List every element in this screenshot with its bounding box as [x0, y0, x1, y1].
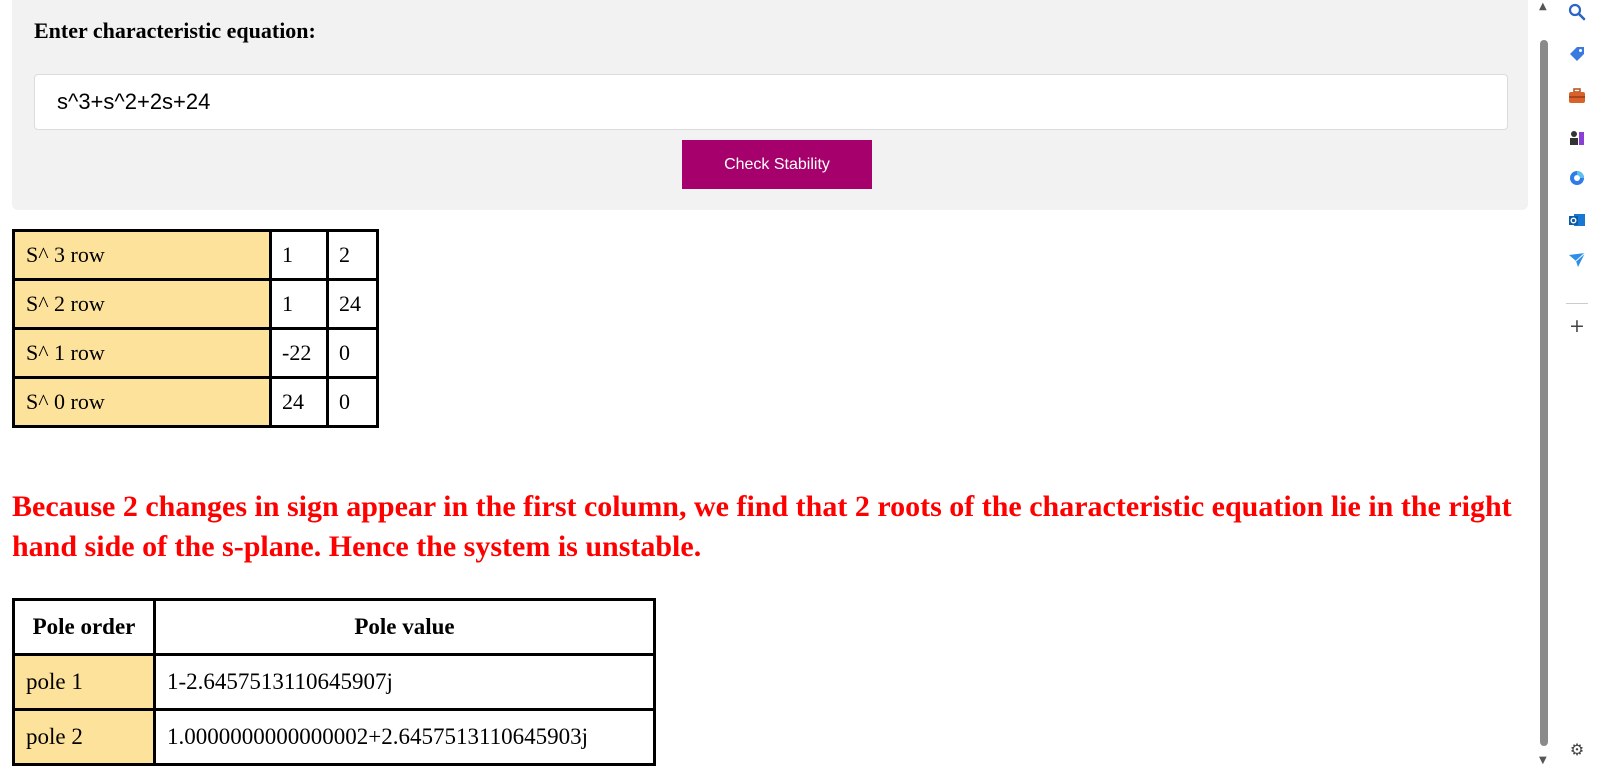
table-row: S^ 3 row 1 2: [12, 229, 379, 281]
routh-cell: 1: [269, 278, 329, 330]
send-icon[interactable]: [1567, 250, 1587, 270]
stability-result-message: Because 2 changes in sign appear in the …: [12, 490, 1512, 563]
table-header-row: Pole order Pole value: [12, 598, 656, 656]
pole-value-cell: 1.0000000000000002+2.6457513110645903j: [153, 708, 656, 766]
pole-value-cell: 1-2.6457513110645907j: [153, 653, 656, 711]
equation-label: Enter characteristic equation:: [34, 18, 316, 43]
pole-value-header: Pole value: [153, 598, 656, 656]
browser-sidebar: + ⚙: [1552, 0, 1599, 770]
sidebar-divider: [1566, 303, 1588, 304]
plus-icon[interactable]: +: [1567, 316, 1587, 336]
pole-order-header: Pole order: [12, 598, 156, 656]
routh-cell: 24: [326, 278, 379, 330]
table-row: S^ 1 row -22 0: [12, 327, 379, 379]
pole-order-cell: pole 1: [12, 653, 156, 711]
routh-cell: 1: [269, 229, 329, 281]
table-row: S^ 0 row 24 0: [12, 376, 379, 428]
tag-icon[interactable]: [1567, 44, 1587, 64]
routh-cell: -22: [269, 327, 329, 379]
scroll-up-icon[interactable]: ▲: [1539, 2, 1547, 12]
routh-row-label: S^ 3 row: [12, 229, 272, 281]
briefcase-icon[interactable]: [1567, 86, 1587, 106]
routh-row-label: S^ 1 row: [12, 327, 272, 379]
check-stability-button[interactable]: Check Stability: [682, 140, 872, 189]
page-scrollbar[interactable]: ▲ ▼: [1536, 0, 1552, 770]
copilot-icon[interactable]: [1567, 168, 1587, 188]
table-row: S^ 2 row 1 24: [12, 278, 379, 330]
routh-cell: 24: [269, 376, 329, 428]
routh-cell: 2: [326, 229, 379, 281]
routh-cell: 0: [326, 327, 379, 379]
outlook-icon[interactable]: [1567, 210, 1587, 230]
equation-panel: Enter characteristic equation: Check Sta…: [12, 0, 1528, 210]
table-row: pole 2 1.0000000000000002+2.645751311064…: [12, 708, 656, 766]
scroll-down-icon[interactable]: ▼: [1539, 756, 1547, 766]
search-icon[interactable]: [1567, 2, 1587, 22]
pole-order-cell: pole 2: [12, 708, 156, 766]
settings-icon[interactable]: ⚙: [1567, 740, 1587, 760]
table-row: pole 1 1-2.6457513110645907j: [12, 653, 656, 711]
routh-table: S^ 3 row 1 2 S^ 2 row 1 24 S^ 1 row -22 …: [12, 229, 379, 428]
routh-row-label: S^ 2 row: [12, 278, 272, 330]
scrollbar-thumb[interactable]: [1540, 40, 1548, 746]
chess-icon[interactable]: [1567, 128, 1587, 148]
routh-cell: 0: [326, 376, 379, 428]
pole-table: Pole order Pole value pole 1 1-2.6457513…: [12, 598, 656, 766]
routh-row-label: S^ 0 row: [12, 376, 272, 428]
equation-input[interactable]: [34, 74, 1508, 130]
